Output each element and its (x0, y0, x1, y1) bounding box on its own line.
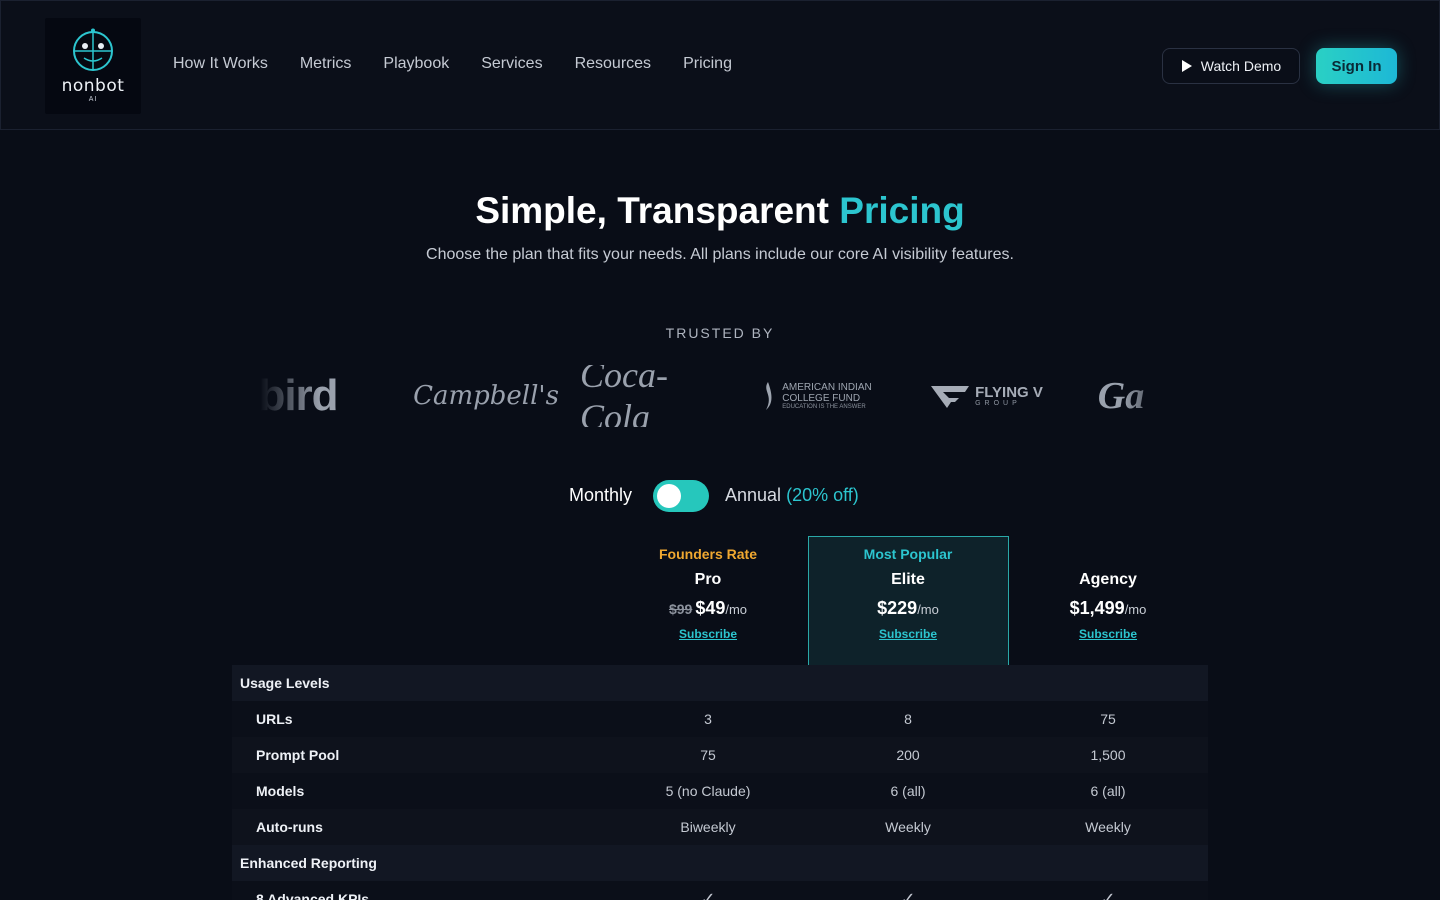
billing-period-toggle[interactable] (653, 480, 709, 512)
aicf-line2: COLLEGE FUND (782, 393, 861, 404)
nav-how-it-works[interactable]: How It Works (173, 55, 268, 73)
flying-v-line1: FLYING V (975, 383, 1043, 401)
nav-playbook[interactable]: Playbook (383, 55, 449, 73)
agency-value: 75 (1100, 711, 1116, 727)
check-icon: ✓ (900, 888, 916, 900)
table-row: Prompt Pool 75 200 1,500 (232, 737, 1208, 773)
feature-label: Prompt Pool (256, 747, 340, 763)
campbells-logo: Campbell's (413, 381, 559, 411)
plan-price: $229/mo (808, 598, 1008, 619)
trusted-by-label: TRUSTED BY (665, 325, 775, 341)
aicf-line1: AMERICAN INDIAN (782, 382, 872, 393)
plan-name: Elite (891, 571, 925, 588)
american-indian-college-fund-logo: AMERICAN INDIAN COLLEGE FUND EDUCATION I… (736, 381, 896, 411)
page-title: Simple, Transparent Pricing (0, 190, 1440, 232)
elite-value: 200 (896, 747, 920, 763)
plan-elite: Most Popular Elite $229/mo Subscribe (808, 546, 1008, 643)
monthly-label[interactable]: Monthly (569, 485, 632, 506)
elite-value: 6 (all) (890, 783, 926, 799)
agency-value: Weekly (1085, 819, 1131, 835)
annual-text: Annual (725, 485, 782, 505)
logo-subtext: AI (88, 96, 98, 103)
plan-old-price: $99 (668, 601, 693, 617)
plan-price-value: $1,499 (1069, 598, 1125, 618)
title-accent: Pricing (839, 190, 965, 231)
section-title: Usage Levels (240, 675, 330, 691)
plan-price-period: /mo (725, 602, 748, 617)
page-subtitle: Choose the plan that fits your needs. Al… (426, 246, 1014, 263)
pro-value: 5 (no Claude) (665, 783, 751, 799)
feature-comparison-table: Usage Levels URLs 3 8 75 Prompt Pool 75 … (232, 665, 1208, 900)
title-main: Simple, Transparent (475, 190, 840, 231)
subscribe-pro-link[interactable]: Subscribe (679, 627, 737, 641)
subscribe-agency-link[interactable]: Subscribe (1079, 627, 1137, 641)
aicf-line3: EDUCATION IS THE ANSWER (782, 404, 866, 410)
annual-label[interactable]: Annual (20% off) (725, 485, 859, 506)
plan-price-period: /mo (1124, 602, 1147, 617)
plan-name: Pro (694, 571, 722, 588)
pro-value: Biweekly (680, 819, 736, 835)
section-header-enhanced-reporting: Enhanced Reporting (232, 845, 1208, 881)
check-icon: ✓ (700, 888, 716, 900)
nonbot-logo[interactable]: nonbot AI (45, 18, 141, 114)
flying-v-icon (931, 386, 970, 408)
plan-price-value: $49 (695, 598, 726, 618)
plan-tag (1008, 546, 1208, 566)
agency-value: 1,500 (1090, 747, 1126, 763)
flying-v-line2: GROUP (975, 399, 1021, 407)
subscribe-elite-link[interactable]: Subscribe (879, 627, 937, 641)
plan-price: $1,499/mo (1008, 598, 1208, 619)
feature-label: Models (256, 783, 305, 799)
feature-label: URLs (256, 711, 293, 727)
watch-demo-label: Watch Demo (1200, 58, 1282, 74)
section-header-usage-levels: Usage Levels (232, 665, 1208, 701)
billing-toggle-row: Monthly Annual (20% off) (0, 480, 1440, 512)
site-header: nonbot AI How It Works Metrics Playbook … (0, 0, 1440, 130)
table-row: 8 Advanced KPIs ✓ ✓ ✓ (232, 881, 1208, 900)
plan-tag: Most Popular (863, 546, 953, 562)
elite-value: Weekly (885, 819, 931, 835)
carousel-fade-left (260, 365, 320, 427)
toggle-knob (657, 484, 681, 508)
flame-icon (766, 382, 772, 410)
nav-services[interactable]: Services (481, 55, 542, 73)
plan-name: Agency (1079, 571, 1137, 588)
robot-head-icon (73, 28, 113, 71)
pro-value: 3 (704, 711, 712, 727)
table-row: Auto-runs Biweekly Weekly Weekly (232, 809, 1208, 845)
client-logo-carousel: bird Campbell's Coca-Cola AMERICAN INDIA… (260, 365, 1182, 427)
annual-discount: (20% off) (786, 485, 859, 505)
carousel-fade-right (1122, 365, 1182, 427)
cocacola-logo: Coca-Cola (580, 365, 668, 427)
flying-v-logo: FLYING V GROUP (912, 384, 1062, 408)
pro-value: 75 (700, 747, 716, 763)
play-icon (1181, 60, 1192, 72)
section-title: Enhanced Reporting (240, 855, 377, 871)
feature-label: Auto-runs (256, 819, 323, 835)
main-nav: How It Works Metrics Playbook Services R… (173, 55, 764, 73)
feature-label: 8 Advanced KPIs (256, 891, 370, 900)
plan-agency: Agency $1,499/mo Subscribe (1008, 546, 1208, 643)
table-row: Models 5 (no Claude) 6 (all) 6 (all) (232, 773, 1208, 809)
nav-pricing[interactable]: Pricing (683, 55, 732, 73)
plan-price: $99 $49/mo (608, 598, 808, 619)
watch-demo-button[interactable]: Watch Demo (1162, 48, 1300, 84)
sign-in-button[interactable]: Sign In (1316, 48, 1397, 84)
nav-resources[interactable]: Resources (575, 55, 651, 73)
agency-value: 6 (all) (1090, 783, 1126, 799)
check-icon: ✓ (1100, 888, 1116, 900)
logo-wordmark: nonbot (61, 76, 125, 96)
plan-price-period: /mo (917, 602, 939, 617)
plan-tag: Founders Rate (658, 546, 757, 562)
table-row: URLs 3 8 75 (232, 701, 1208, 737)
elite-value: 8 (904, 711, 912, 727)
plan-pro: Founders Rate Pro $99 $49/mo Subscribe (608, 546, 808, 643)
plan-price-value: $229 (877, 598, 918, 618)
nav-metrics[interactable]: Metrics (300, 55, 352, 73)
